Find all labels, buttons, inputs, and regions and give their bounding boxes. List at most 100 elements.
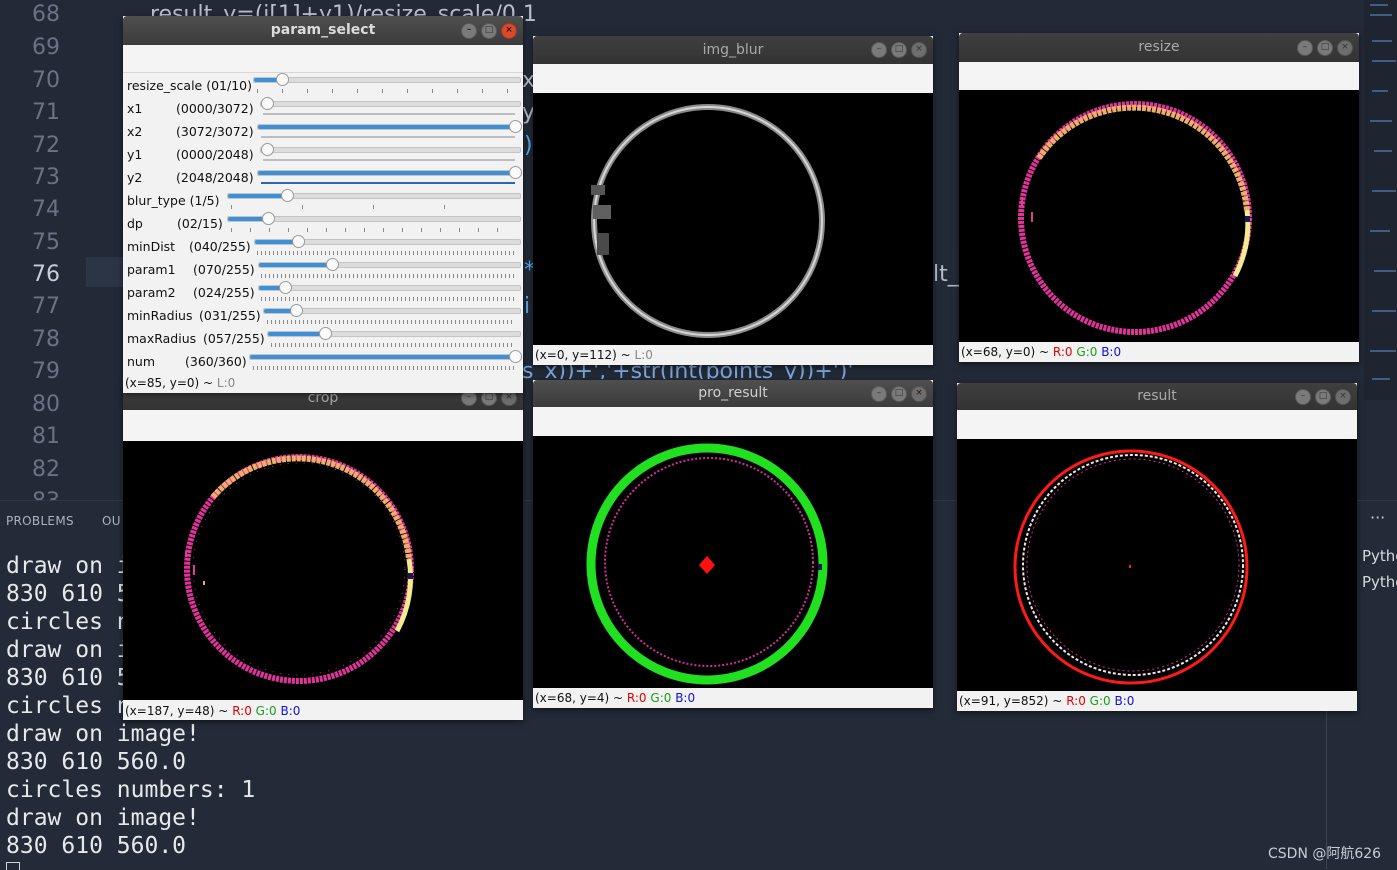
slider-y1[interactable]	[260, 143, 521, 156]
window-toolbar	[957, 410, 1357, 439]
code-fragment: lt_	[933, 262, 959, 287]
line-number: 78	[32, 327, 60, 352]
line-number: 70	[32, 68, 60, 93]
status-bar: (x=85, y=0) ~ L:0	[125, 376, 236, 390]
slider-label-minradius: minRadius (031/255)	[127, 308, 261, 323]
tab-output[interactable]: OU	[102, 514, 121, 528]
slider-blur-type[interactable]	[227, 189, 521, 202]
slider-label-num: num (360/360)	[127, 354, 247, 369]
minimize-icon[interactable]: –	[871, 42, 887, 58]
window-toolbar	[123, 45, 523, 73]
slider-minradius[interactable]	[263, 304, 521, 317]
circle-center-marker	[699, 556, 715, 574]
terminal-line: circles n	[6, 609, 131, 635]
window-toolbar	[959, 62, 1359, 90]
terminal-line: 830 610 560.0	[6, 749, 187, 775]
maximize-icon[interactable]: □	[1317, 39, 1333, 56]
window-titlebar[interactable]: result – □ ×	[957, 383, 1357, 410]
slider-label-resize-scale: resize_scale (01/10)	[127, 78, 252, 93]
terminal-line: draw on i	[6, 637, 131, 663]
close-icon[interactable]: ×	[1337, 39, 1353, 56]
slider-param1[interactable]	[258, 258, 521, 271]
window-titlebar[interactable]: pro_result – □ ×	[533, 380, 933, 407]
window-img-blur[interactable]: img_blur – □ × (x=0, y=112) ~ L:0	[533, 36, 933, 365]
line-number: 82	[32, 457, 60, 482]
maximize-icon[interactable]: □	[1315, 388, 1331, 405]
code-fragment: i	[524, 294, 531, 319]
terminal-line: circles n	[6, 693, 131, 719]
minimize-icon[interactable]: –	[1297, 39, 1313, 56]
terminal-list-item[interactable]: Pytho	[1362, 573, 1397, 591]
current-line-highlight	[86, 257, 126, 287]
window-titlebar[interactable]: param_select – □ ×	[123, 16, 523, 45]
line-number: 68	[32, 2, 60, 27]
window-titlebar[interactable]: resize – □ ×	[959, 33, 1359, 62]
detected-circle-image	[586, 443, 828, 685]
slider-mindist[interactable]	[254, 235, 521, 248]
image-canvas[interactable]	[959, 90, 1359, 342]
line-number: 69	[32, 35, 60, 60]
minimize-icon[interactable]: –	[871, 385, 887, 402]
terminal-line: 830 610 560.0	[6, 833, 187, 859]
status-bar: (x=187, y=48) ~ R:0 G:0 B:0	[125, 704, 301, 718]
window-crop[interactable]: crop – □ × (x=187, y=48) ~ R:0 G:0 B:0	[123, 386, 523, 720]
watermark: CSDN @阿航626	[1268, 846, 1382, 862]
window-resize[interactable]: resize – □ × (x=68, y=0) ~ R:0 G:0 B:0	[959, 33, 1359, 362]
more-actions-icon[interactable]: ···	[1370, 508, 1385, 527]
image-canvas[interactable]	[123, 441, 523, 700]
slider-label-mindist: minDist (040/255)	[127, 239, 251, 254]
line-number: 73	[32, 165, 60, 190]
minimap[interactable]	[1364, 0, 1397, 400]
window-titlebar[interactable]: img_blur – □ ×	[533, 36, 933, 64]
slider-param2[interactable]	[258, 281, 521, 294]
slider-y2[interactable]	[257, 166, 522, 179]
tab-problems[interactable]: PROBLEMS	[6, 514, 74, 528]
window-result[interactable]: result – □ × (x=91, y=852) ~ R:0 G:0 B:0	[957, 383, 1357, 711]
slider-num[interactable]	[249, 350, 522, 363]
close-icon[interactable]: ×	[911, 42, 927, 58]
slider-resize-scale[interactable]	[253, 73, 521, 86]
minimize-icon[interactable]: –	[1295, 388, 1311, 405]
terminal-line: draw on i	[6, 553, 131, 579]
close-icon[interactable]: ×	[911, 385, 927, 402]
slider-x1[interactable]	[260, 97, 521, 110]
close-icon[interactable]: ×	[501, 22, 517, 39]
window-title: param_select	[270, 22, 376, 38]
line-number: 81	[32, 424, 60, 449]
slider-label-param2: param2 (024/255)	[127, 285, 255, 300]
maximize-icon[interactable]: □	[481, 22, 497, 39]
window-pro-result[interactable]: pro_result – □ × (x=68, y=4) ~ R:0 G:0 B:0	[533, 380, 933, 708]
slider-label-blur-type: blur_type (1/5)	[127, 193, 220, 208]
close-icon[interactable]: ×	[1335, 388, 1351, 405]
slider-label-maxradius: maxRadius (057/255)	[127, 331, 265, 346]
slider-label-y2: y2 (2048/2048)	[127, 170, 254, 185]
slider-dp[interactable]	[227, 212, 521, 225]
window-title: result	[1137, 388, 1177, 404]
minimize-icon[interactable]: –	[461, 22, 477, 39]
result-circle-image	[1013, 449, 1249, 685]
slider-label-dp: dp (02/15)	[127, 216, 223, 231]
window-title: img_blur	[702, 42, 764, 58]
image-canvas[interactable]	[533, 93, 933, 345]
image-canvas[interactable]	[957, 439, 1357, 691]
terminal-list-item[interactable]: Pytho	[1362, 547, 1397, 565]
window-param-select[interactable]: param_select – □ × resize_scale (01/10) x1…	[123, 16, 523, 393]
slider-maxradius[interactable]	[267, 327, 521, 340]
code-fragment: )	[524, 133, 533, 158]
image-canvas[interactable]	[533, 436, 933, 688]
blurred-circle-image	[591, 104, 825, 338]
status-bar: (x=68, y=4) ~ R:0 G:0 B:0	[535, 691, 696, 705]
maximize-icon[interactable]: □	[891, 385, 907, 402]
slider-x2[interactable]	[257, 120, 522, 133]
terminal-line: 830 610 5	[6, 581, 131, 607]
terminal-line: draw on image!	[6, 721, 200, 747]
terminal-line: circles numbers: 1	[6, 777, 256, 803]
line-number: 75	[32, 230, 60, 255]
status-bar: (x=91, y=852) ~ R:0 G:0 B:0	[959, 694, 1135, 708]
terminal-line: draw on image!	[6, 805, 200, 831]
slider-label-param1: param1 (070/255)	[127, 262, 255, 277]
slider-label-x2: x2 (3072/3072)	[127, 124, 254, 139]
terminal-line: 830 610 5	[6, 665, 131, 691]
maximize-icon[interactable]: □	[891, 42, 907, 58]
window-toolbar	[123, 410, 523, 441]
